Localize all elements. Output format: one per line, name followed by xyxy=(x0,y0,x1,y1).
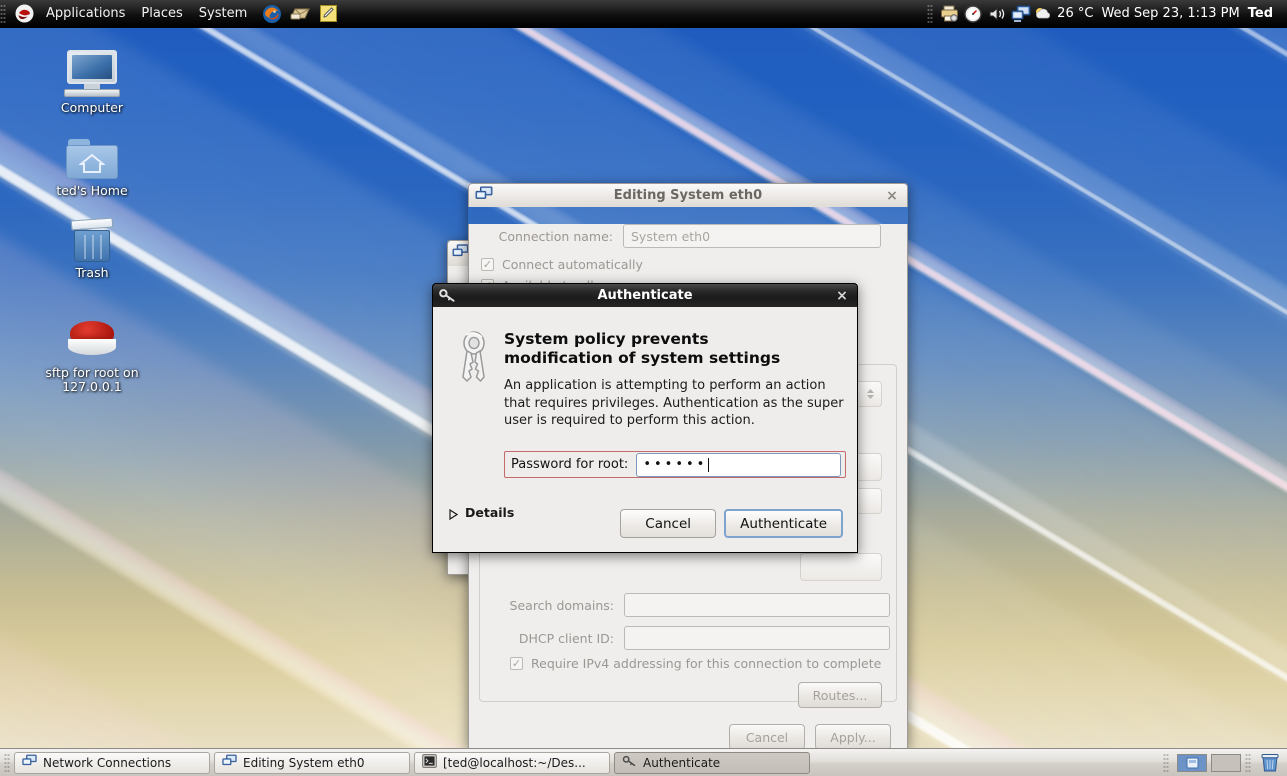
key-icon xyxy=(622,754,637,771)
workspace-gripper xyxy=(1163,753,1169,773)
taskbar-item-network-connections[interactable]: Network Connections xyxy=(14,752,210,774)
network-connection-icon xyxy=(222,754,237,771)
connection-name-label: Connection name: xyxy=(469,229,623,244)
trash-applet-icon[interactable] xyxy=(1259,753,1281,773)
volume-icon[interactable] xyxy=(985,3,1009,25)
chevron-right-icon xyxy=(449,508,457,518)
panel-gripper xyxy=(0,4,6,24)
desktop-icon-label: ted's Home xyxy=(33,184,151,198)
desktop-icon-label: Trash xyxy=(33,266,151,280)
cancel-button[interactable]: Cancel xyxy=(620,509,716,538)
authenticate-title: Authenticate xyxy=(433,288,857,303)
keyring-icon xyxy=(453,329,499,388)
desktop-icon-label: sftp for root on 127.0.0.1 xyxy=(27,366,157,394)
desktop-icon-computer[interactable]: Computer xyxy=(33,48,151,115)
connection-name-input[interactable]: System eth0 xyxy=(623,224,881,248)
computer-icon xyxy=(33,48,151,98)
connect-automatically-row[interactable]: ✓ Connect automatically xyxy=(469,257,907,272)
dhcp-client-id-input[interactable] xyxy=(624,626,890,650)
authenticate-titlebar[interactable]: Authenticate × xyxy=(432,283,858,307)
routes-button[interactable]: Routes... xyxy=(798,682,882,708)
terminal-icon xyxy=(422,754,437,771)
desktop-icon-home[interactable]: ted's Home xyxy=(33,131,151,198)
connection-name-row: Connection name: System eth0 xyxy=(469,224,907,248)
top-panel: Applications Places System xyxy=(0,0,1287,28)
taskbar-item-authenticate[interactable]: Authenticate xyxy=(614,752,810,774)
key-icon xyxy=(439,288,456,303)
menu-applications[interactable]: Applications xyxy=(38,2,133,26)
redhat-sftp-icon xyxy=(27,313,157,363)
search-domains-input[interactable] xyxy=(624,593,890,617)
password-input[interactable]: •••••• xyxy=(636,453,841,477)
authenticate-body-text: An application is attempting to perform … xyxy=(504,377,849,430)
trash-icon xyxy=(33,213,151,263)
details-label: Details xyxy=(465,505,514,520)
desktop-icon-sftp[interactable]: sftp for root on 127.0.0.1 xyxy=(27,313,157,394)
taskbar-item-terminal[interactable]: [ted@localhost:~/Des... xyxy=(414,752,610,774)
home-folder-icon xyxy=(33,131,151,181)
tray-gripper xyxy=(927,4,933,24)
taskbar-item-label: Network Connections xyxy=(43,756,171,770)
details-disclosure[interactable]: Details xyxy=(449,505,514,520)
desktop-icon-label: Computer xyxy=(33,101,151,115)
temperature-label: 26 °C xyxy=(1055,6,1093,21)
bottom-panel: Network Connections Editing System eth0 … xyxy=(0,748,1287,776)
search-domains-row: Search domains: xyxy=(480,593,896,617)
clock[interactable]: Wed Sep 23, 1:13 PM xyxy=(1093,6,1247,21)
text-caret xyxy=(708,458,709,472)
cpu-meter-icon[interactable] xyxy=(961,3,985,25)
password-label: Password for root: xyxy=(509,457,636,472)
taskbar-item-editing-system-eth0[interactable]: Editing System eth0 xyxy=(214,752,410,774)
authenticate-action-buttons: Cancel Authenticate xyxy=(620,509,843,538)
dns-servers-field[interactable] xyxy=(800,553,882,581)
connect-automatically-label: Connect automatically xyxy=(502,257,643,272)
require-ipv4-checkbox[interactable]: ✓ xyxy=(510,657,523,670)
search-domains-label: Search domains: xyxy=(480,598,624,613)
trash-applet-gripper xyxy=(1245,753,1251,773)
evolution-mail-icon[interactable] xyxy=(289,3,311,25)
connect-automatically-checkbox[interactable]: ✓ xyxy=(481,258,494,271)
require-ipv4-row[interactable]: ✓ Require IPv4 addressing for this conne… xyxy=(510,656,881,671)
menu-system[interactable]: System xyxy=(191,2,255,26)
taskbar-gripper xyxy=(4,753,10,773)
taskbar-item-label: Authenticate xyxy=(643,756,720,770)
workspace-1[interactable] xyxy=(1177,754,1207,772)
notes-editor-icon[interactable] xyxy=(317,3,339,25)
redhat-menu-icon[interactable] xyxy=(13,3,35,25)
authenticate-heading-line2: modification of system settings xyxy=(504,349,834,368)
close-icon[interactable]: × xyxy=(883,187,901,205)
require-ipv4-label: Require IPv4 addressing for this connect… xyxy=(531,656,881,671)
dhcp-client-id-row: DHCP client ID: xyxy=(480,626,896,650)
spinner-arrows-icon xyxy=(866,387,875,401)
password-value: •••••• xyxy=(643,458,707,471)
desktop-icon-trash[interactable]: Trash xyxy=(33,213,151,280)
authenticate-dialog[interactable]: Authenticate × System policy prevents mo… xyxy=(432,283,858,553)
workspace-2[interactable] xyxy=(1211,754,1241,772)
taskbar-item-label: Editing System eth0 xyxy=(243,756,365,770)
eth0-apply-button[interactable]: Apply... xyxy=(815,724,891,750)
menu-places[interactable]: Places xyxy=(133,2,190,26)
network-connection-icon xyxy=(22,754,37,771)
workspace-switcher[interactable] xyxy=(1163,753,1287,773)
weather-icon[interactable] xyxy=(1033,3,1055,25)
authenticate-body: System policy prevents modification of s… xyxy=(432,307,858,553)
eth0-title: Editing System eth0 xyxy=(469,188,907,203)
firefox-icon[interactable] xyxy=(261,3,283,25)
printer-icon[interactable] xyxy=(937,3,961,25)
eth0-action-buttons: Cancel Apply... xyxy=(729,724,891,750)
authenticate-button[interactable]: Authenticate xyxy=(724,509,843,538)
network-connection-icon xyxy=(475,186,493,206)
dhcp-client-id-label: DHCP client ID: xyxy=(480,631,624,646)
password-row: Password for root: •••••• xyxy=(504,451,846,478)
network-monitor-icon[interactable] xyxy=(1009,3,1033,25)
eth0-titlebar[interactable]: Editing System eth0 × xyxy=(468,183,908,207)
eth0-cancel-button[interactable]: Cancel xyxy=(729,724,805,750)
workspace-window-preview xyxy=(1178,755,1206,771)
user-menu[interactable]: Ted xyxy=(1248,6,1279,21)
network-connection-icon xyxy=(452,244,469,263)
taskbar-item-label: [ted@localhost:~/Des... xyxy=(443,756,586,770)
close-icon[interactable]: × xyxy=(833,287,851,305)
authenticate-heading-line1: System policy prevents xyxy=(504,330,834,349)
